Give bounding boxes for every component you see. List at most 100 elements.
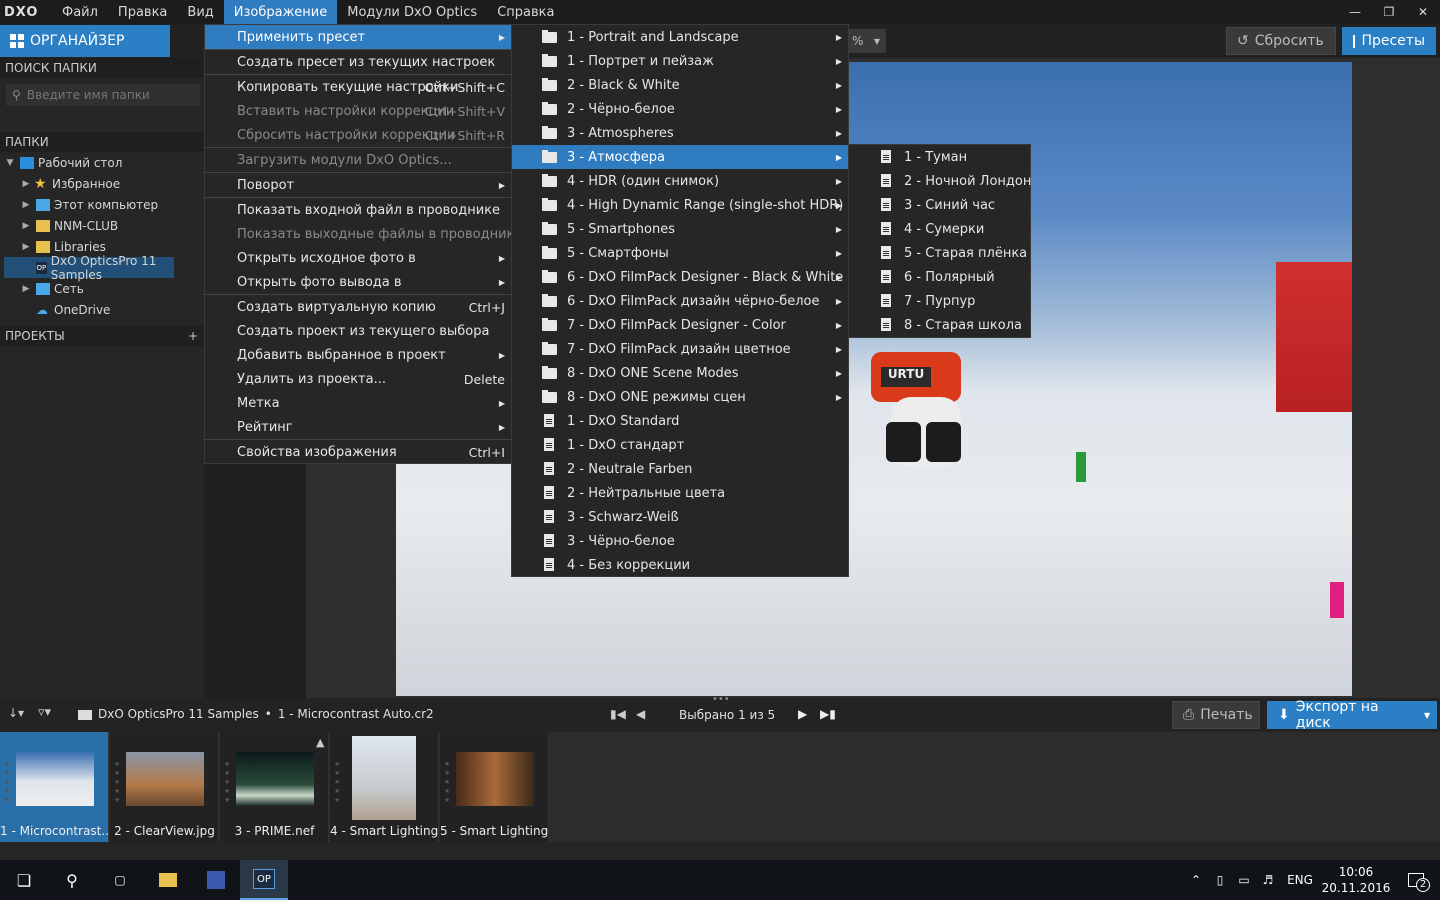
expand-arrow-icon[interactable]: ▶ (20, 242, 32, 252)
filmstrip-scrollbar[interactable] (0, 842, 1440, 860)
atmosphere-preset-item[interactable]: 6 - Полярный (849, 265, 1030, 289)
restore-icon[interactable]: ❐ (1372, 0, 1406, 24)
preset-folder-item[interactable]: 5 - Смартфоны ▶ (512, 241, 848, 265)
reset-button[interactable]: ↺ Сбросить (1226, 27, 1336, 55)
create-preset-item[interactable]: Создать пресет из текущих настроек (205, 50, 511, 74)
usb-icon[interactable]: ▯ (1208, 860, 1232, 900)
resize-handle[interactable]: ••• (712, 694, 730, 705)
thumbnail[interactable]: ★ ★ ★ ★ ★ ▲ 3 - PRIME.nef (220, 732, 329, 842)
preset-item[interactable]: 2 - Нейтральные цвета (512, 481, 848, 505)
preset-item[interactable]: 1 - DxO стандарт (512, 433, 848, 457)
expand-arrow-icon[interactable]: ▶ (20, 284, 32, 294)
preset-item[interactable]: 4 - Без коррекции (512, 553, 848, 577)
dxo-app-icon[interactable]: OP (240, 860, 288, 900)
thumbnail[interactable]: ★ ★ ★ ★ ★ 4 - Smart Lighting... (330, 732, 439, 842)
preset-folder-item[interactable]: 6 - DxO FilmPack дизайн чёрно-белое ▶ (512, 289, 848, 313)
folder-search-input[interactable]: ⚲ Введите имя папки (6, 84, 200, 106)
expand-arrow-icon[interactable]: ▶ (20, 179, 32, 189)
atmosphere-preset-item[interactable]: 4 - Сумерки (849, 217, 1030, 241)
preset-folder-item[interactable]: 7 - DxO FilmPack дизайн цветное ▶ (512, 337, 848, 361)
tree-item-onedrive[interactable]: ☁ OneDrive (4, 299, 204, 320)
tree-item-samples[interactable]: OP DxO OpticsPro 11 Samples (4, 254, 174, 282)
last-image-icon[interactable]: ▶▮ (820, 707, 836, 721)
copy-settings-item[interactable]: Копировать текущие настройки Ctrl+Shift+C (205, 75, 511, 99)
open-source-photo-item[interactable]: Открыть исходное фото в ▶ (205, 246, 511, 270)
add-project-button[interactable]: + (188, 329, 198, 343)
rotate-item[interactable]: Поворот ▶ (205, 173, 511, 197)
next-image-icon[interactable]: ▶ (798, 707, 807, 721)
rating-stars[interactable]: ★ ★ ★ ★ ★ (4, 760, 12, 805)
first-image-icon[interactable]: ▮◀ (610, 707, 626, 721)
paste-settings-item[interactable]: Вставить настройки коррекции Ctrl+Shift+V (205, 99, 511, 123)
file-explorer-icon[interactable] (144, 860, 192, 900)
volume-icon[interactable]: ♬ (1256, 860, 1280, 900)
preset-folder-item[interactable]: 7 - DxO FilmPack Designer - Color ▶ (512, 313, 848, 337)
close-icon[interactable]: ✕ (1406, 0, 1440, 24)
export-button[interactable]: ⬇ Экспорт на диск (1267, 699, 1419, 731)
create-project-item[interactable]: Создать проект из текущего выбора (205, 319, 511, 343)
preset-item[interactable]: 3 - Schwarz-Weiß (512, 505, 848, 529)
preset-item[interactable]: 1 - DxO Standard (512, 409, 848, 433)
atmosphere-preset-item[interactable]: 2 - Ночной Лондон (849, 169, 1031, 193)
network-tray-icon[interactable]: ▭ (1232, 860, 1256, 900)
show-output-files-item[interactable]: Показать выходные файлы в проводнике (205, 222, 522, 246)
preset-folder-item[interactable]: 5 - Smartphones ▶ (512, 217, 848, 241)
open-output-photo-item[interactable]: Открыть фото вывода в ▶ (205, 270, 511, 294)
preset-folder-item[interactable]: 1 - Portrait and Landscape ▶ (512, 25, 848, 49)
apply-preset-item[interactable]: Применить пресет ▶ (205, 25, 511, 49)
task-view-icon[interactable]: ▢ (96, 860, 144, 900)
export-dropdown[interactable]: ▼ (1419, 701, 1437, 729)
atmosphere-preset-item[interactable]: 7 - Пурпур (849, 289, 1030, 313)
preset-item[interactable]: 3 - Чёрно-белое (512, 529, 848, 553)
tree-item-nnm-club[interactable]: ▶ NNM-CLUB (4, 215, 204, 236)
expand-arrow-icon[interactable]: ▶ (20, 200, 32, 210)
preset-folder-item[interactable]: 8 - DxO ONE режимы сцен ▶ (512, 385, 848, 409)
search-icon[interactable]: ⚲ (48, 860, 96, 900)
sort-button[interactable]: ↓▾ (8, 706, 24, 720)
language-indicator[interactable]: ENG (1280, 860, 1320, 900)
save-app-icon[interactable] (192, 860, 240, 900)
preset-folder-item[interactable]: 4 - HDR (один снимок) ▶ (512, 169, 848, 193)
atmosphere-preset-item[interactable]: 1 - Туман (849, 145, 1030, 169)
menu-file[interactable]: Файл (52, 0, 108, 24)
remove-from-project-item[interactable]: Удалить из проекта... Delete (205, 367, 511, 391)
minimize-icon[interactable]: — (1338, 0, 1372, 24)
zoom-dropdown[interactable]: % ▼ (846, 29, 886, 53)
clock[interactable]: 10:06 20.11.2016 (1320, 864, 1392, 896)
breadcrumb-folder[interactable]: DxO OpticsPro 11 Samples (98, 707, 259, 721)
preset-item[interactable]: 2 - Neutrale Farben (512, 457, 848, 481)
add-to-project-item[interactable]: Добавить выбранное в проект ▶ (205, 343, 511, 367)
menu-image[interactable]: Изображение (223, 0, 338, 24)
preset-folder-item[interactable]: 3 - Атмосфера ▶ (512, 145, 848, 169)
reset-settings-item[interactable]: Сбросить настройки коррекции Ctrl+Shift+R (205, 123, 511, 147)
preset-folder-item[interactable]: 8 - DxO ONE Scene Modes ▶ (512, 361, 848, 385)
menu-edit[interactable]: Правка (108, 0, 177, 24)
windows-start-icon[interactable]: ❏ (0, 860, 48, 900)
preset-folder-item[interactable]: 3 - Atmospheres ▶ (512, 121, 848, 145)
preset-folder-item[interactable]: 1 - Портрет и пейзаж ▶ (512, 49, 848, 73)
notification-icon[interactable]: 2 (1392, 860, 1440, 900)
expand-arrow-icon[interactable]: ▶ (20, 221, 32, 231)
preset-folder-item[interactable]: 2 - Black & White ▶ (512, 73, 848, 97)
rating-item[interactable]: Рейтинг ▶ (205, 415, 511, 439)
virtual-copy-item[interactable]: Создать виртуальную копию Ctrl+J (205, 295, 511, 319)
print-button[interactable]: ⎙ Печать (1172, 701, 1260, 729)
preset-folder-item[interactable]: 2 - Чёрно-белое ▶ (512, 97, 848, 121)
filter-icon[interactable]: ▿▾ (38, 705, 51, 720)
rating-stars[interactable]: ★ ★ ★ ★ ★ (444, 760, 452, 805)
label-item[interactable]: Метка ▶ (205, 391, 511, 415)
thumbnail[interactable]: ★ ★ ★ ★ ★ 1 - Microcontrast... (0, 732, 109, 842)
thumbnail[interactable]: ★ ★ ★ ★ ★ 2 - ClearView.jpg (110, 732, 219, 842)
load-modules-item[interactable]: Загрузить модули DxO Optics... (205, 148, 511, 172)
tree-item-desktop[interactable]: ▼ Рабочий стол (4, 152, 204, 173)
rating-stars[interactable]: ★ ★ ★ ★ ★ (114, 760, 122, 805)
expand-arrow-icon[interactable]: ▼ (4, 158, 16, 168)
atmosphere-preset-item[interactable]: 5 - Старая плёнка (849, 241, 1030, 265)
show-input-file-item[interactable]: Показать входной файл в проводнике (205, 198, 511, 222)
menu-view[interactable]: Вид (177, 0, 223, 24)
menu-help[interactable]: Справка (487, 0, 564, 24)
presets-button[interactable]: Пресеты (1342, 27, 1436, 55)
tree-item-favorites[interactable]: ▶ ★ Избранное (4, 173, 204, 194)
organizer-tab[interactable]: ОРГАНАЙЗЕР (0, 25, 170, 57)
image-properties-item[interactable]: Свойства изображения Ctrl+I (205, 440, 511, 464)
